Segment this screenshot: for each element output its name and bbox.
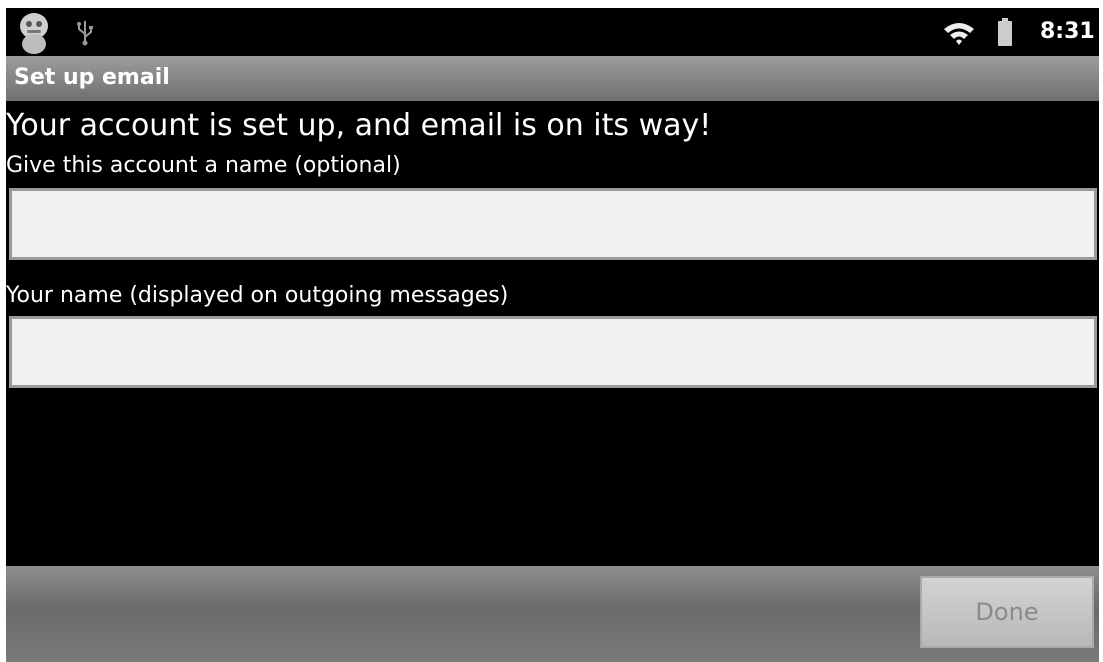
status-bar: 8:31 [6, 8, 1099, 56]
account-name-field[interactable] [9, 188, 1097, 260]
battery-icon [998, 18, 1012, 46]
usb-icon [77, 21, 93, 46]
wifi-icon [944, 23, 974, 45]
your-name-field[interactable] [9, 316, 1097, 388]
email-setup-screen: 8:31 Set up email Your account is set up… [6, 8, 1099, 662]
done-button[interactable]: Done [920, 576, 1094, 648]
setup-complete-heading: Your account is set up, and email is on … [6, 108, 712, 143]
android-robot-icon [20, 13, 48, 54]
your-name-label: Your name (displayed on outgoing message… [6, 283, 509, 308]
title-bar: Set up email [6, 56, 1099, 101]
account-name-label: Give this account a name (optional) [6, 153, 401, 178]
status-clock: 8:31 [1040, 19, 1095, 44]
screen-title: Set up email [14, 65, 170, 90]
